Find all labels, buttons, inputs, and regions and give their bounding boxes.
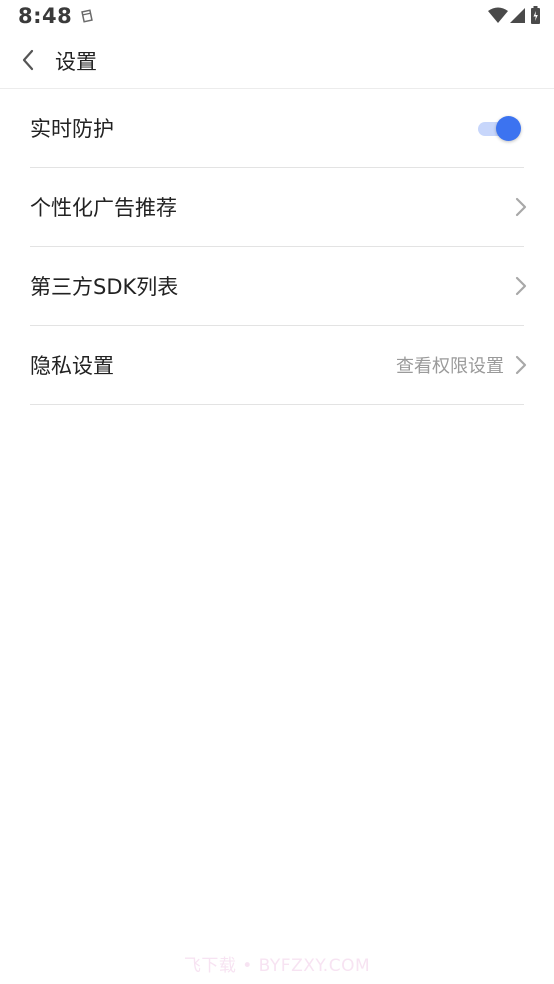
back-button[interactable] — [10, 42, 46, 78]
signal-icon — [510, 7, 525, 23]
chevron-right-icon — [515, 197, 527, 217]
chevron-left-icon — [22, 49, 34, 71]
toggle-thumb — [496, 116, 521, 141]
setting-label: 个性化广告推荐 — [30, 196, 177, 220]
app-header: 设置 — [0, 34, 554, 89]
status-bar: 8:48 — [0, 0, 554, 34]
chevron-right-icon — [515, 276, 527, 296]
chevron-right-icon — [515, 355, 527, 375]
setting-row-realtime-protection[interactable]: 实时防护 — [30, 89, 524, 168]
status-icons — [488, 6, 540, 24]
setting-label: 实时防护 — [30, 117, 114, 141]
realtime-protection-toggle[interactable] — [478, 115, 522, 141]
setting-label: 隐私设置 — [30, 354, 114, 378]
battery-icon — [531, 6, 540, 24]
setting-row-privacy-settings[interactable]: 隐私设置 查看权限设置 — [30, 326, 527, 405]
status-time: 8:48 — [18, 4, 73, 28]
setting-row-third-party-sdk[interactable]: 第三方SDK列表 — [30, 247, 527, 326]
watermark: 飞下载 • BYFZXY.COM — [183, 956, 371, 976]
view-permissions-link[interactable]: 查看权限设置 — [396, 352, 504, 378]
notification-icon — [80, 8, 94, 23]
settings-list: 实时防护 个性化广告推荐 第三方SDK列表 隐私设置 查看权限设置 — [0, 89, 554, 405]
setting-row-personalized-ads[interactable]: 个性化广告推荐 — [30, 168, 527, 247]
page-title: 设置 — [55, 50, 97, 74]
wifi-icon — [488, 7, 508, 23]
setting-label: 第三方SDK列表 — [30, 275, 179, 299]
